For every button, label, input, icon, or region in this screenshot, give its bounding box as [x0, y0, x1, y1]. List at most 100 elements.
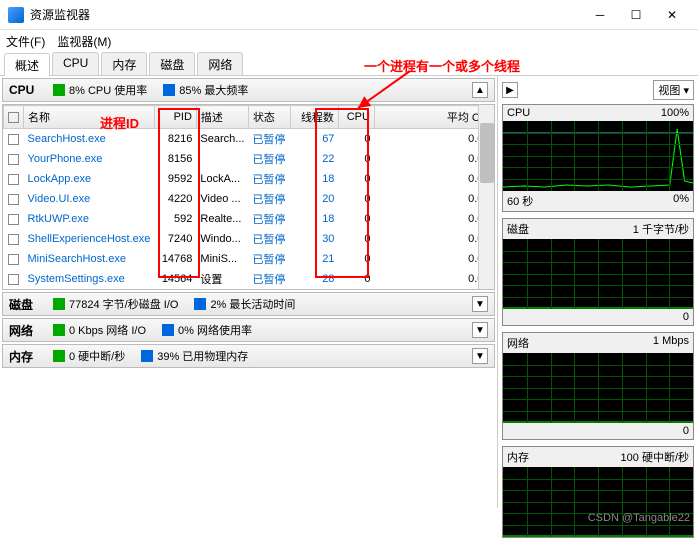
disk-activity-chip [194, 298, 206, 310]
proc-cpu: 0 [338, 189, 374, 209]
tab-cpu[interactable]: CPU [52, 52, 99, 75]
col-threads[interactable]: 线程数 [290, 106, 338, 129]
net-usage-text: 0% 网络使用率 [178, 322, 252, 338]
table-row[interactable]: MiniSearchHost.exe14768MiniS...已暂停2100.0… [4, 249, 494, 269]
proc-threads: 20 [290, 189, 338, 209]
minichart-磁盘: 磁盘1 千字节/秒0 [502, 218, 694, 326]
cpu-collapse-button[interactable]: ▲ [472, 82, 488, 98]
proc-cpu: 0 [338, 249, 374, 269]
proc-status: 已暂停 [248, 169, 290, 189]
proc-desc: Realte... [196, 209, 248, 229]
row-checkbox[interactable] [4, 249, 24, 269]
row-checkbox[interactable] [4, 209, 24, 229]
row-checkbox[interactable] [4, 129, 24, 150]
proc-desc: MiniS... [196, 249, 248, 269]
minichart-网络: 网络 1 Mbps 0 [502, 332, 694, 440]
col-name[interactable]: 名称 [24, 106, 155, 129]
close-button[interactable]: ✕ [654, 1, 690, 29]
proc-desc: Search... [196, 129, 248, 150]
left-pane: CPU 8% CPU 使用率 85% 最大频率 ▲ 名称 PID 描述 状态 线… [0, 76, 498, 508]
disk-section-header[interactable]: 磁盘 77824 字节/秒磁盘 I/O 2% 最长活动时间 ▼ [2, 292, 495, 316]
proc-threads: 18 [290, 209, 338, 229]
tab-disk[interactable]: 磁盘 [149, 52, 195, 75]
table-row[interactable]: RtkUWP.exe592Realte...已暂停1800.00 [4, 209, 494, 229]
row-checkbox[interactable] [4, 229, 24, 249]
cpu-freq-chip [163, 84, 175, 96]
chart-foot-right: 0% [673, 193, 689, 209]
chart-foot-right: 0 [683, 311, 689, 323]
table-row[interactable]: SystemSettings.exe14564设置已暂停2800.00 [4, 269, 494, 289]
col-desc[interactable]: 描述 [196, 106, 248, 129]
row-checkbox[interactable] [4, 189, 24, 209]
titlebar: 资源监视器 ─ ☐ ✕ [0, 0, 698, 30]
proc-pid: 7240 [154, 229, 196, 249]
chart-max: 1 Mbps [653, 335, 689, 351]
row-checkbox[interactable] [4, 169, 24, 189]
minimize-button[interactable]: ─ [582, 1, 618, 29]
col-pid[interactable]: PID [154, 106, 196, 129]
tab-overview[interactable]: 概述 [4, 53, 50, 76]
col-checkbox[interactable] [4, 106, 24, 129]
proc-desc: Windo... [196, 229, 248, 249]
cpu-section-label: CPU [9, 83, 49, 97]
tab-network[interactable]: 网络 [197, 52, 243, 75]
annotation-arrow [350, 66, 420, 116]
proc-avg: 0.00 [374, 129, 493, 150]
app-icon [8, 7, 24, 23]
proc-name: Video.UI.exe [24, 189, 155, 209]
chart-title: 网络 [507, 335, 529, 351]
menu-file[interactable]: 文件(F) [6, 33, 45, 50]
net-expand-button[interactable]: ▼ [472, 322, 488, 338]
network-section-header[interactable]: 网络 0 Kbps 网络 I/O 0% 网络使用率 ▼ [2, 318, 495, 342]
row-checkbox[interactable] [4, 269, 24, 289]
maximize-button[interactable]: ☐ [618, 1, 654, 29]
proc-pid: 14768 [154, 249, 196, 269]
cpu-freq-text: 85% 最大频率 [179, 82, 248, 98]
rightpane-collapse-button[interactable]: ▶ [502, 82, 518, 98]
table-row[interactable]: YourPhone.exe8156已暂停2200.00 [4, 149, 494, 169]
table-row[interactable]: Video.UI.exe4220Video ...已暂停2000.00 [4, 189, 494, 209]
col-status[interactable]: 状态 [248, 106, 290, 129]
proc-status: 已暂停 [248, 129, 290, 150]
table-row[interactable]: ShellExperienceHost.exe7240Windo...已暂停30… [4, 229, 494, 249]
net-label: 网络 [9, 322, 49, 339]
chart-body [503, 353, 693, 423]
mem-used-text: 39% 已用物理内存 [157, 348, 248, 364]
proc-threads: 22 [290, 149, 338, 169]
proc-status: 已暂停 [248, 209, 290, 229]
mem-faults-chip [53, 350, 65, 362]
tab-memory[interactable]: 内存 [101, 52, 147, 75]
view-selector[interactable]: 视图 ▾ [653, 80, 694, 100]
table-row[interactable]: SearchHost.exe8216Search...已暂停6700.00 [4, 129, 494, 150]
proc-name: ShellExperienceHost.exe [24, 229, 155, 249]
table-row[interactable]: LockApp.exe9592LockA...已暂停1800.00 [4, 169, 494, 189]
mem-expand-button[interactable]: ▼ [472, 348, 488, 364]
chart-max: 100 硬中断/秒 [621, 449, 689, 465]
proc-name: SystemSettings.exe [24, 269, 155, 289]
proc-cpu: 0 [338, 269, 374, 289]
chart-foot-right: 0 [683, 425, 689, 437]
proc-name: MiniSearchHost.exe [24, 249, 155, 269]
disk-expand-button[interactable]: ▼ [472, 296, 488, 312]
cpu-usage-chip [53, 84, 65, 96]
chart-max: 100% [661, 107, 689, 119]
proc-cpu: 0 [338, 129, 374, 150]
proc-pid: 592 [154, 209, 196, 229]
chart-max: 1 千字节/秒 [633, 221, 689, 237]
proc-desc: Video ... [196, 189, 248, 209]
proc-cpu: 0 [338, 169, 374, 189]
menu-monitor[interactable]: 监视器(M) [57, 33, 111, 50]
proc-threads: 21 [290, 249, 338, 269]
memory-section-header[interactable]: 内存 0 硬中断/秒 39% 已用物理内存 ▼ [2, 344, 495, 368]
proc-cpu: 0 [338, 229, 374, 249]
window-title: 资源监视器 [30, 6, 582, 23]
proc-avg: 0.00 [374, 229, 493, 249]
cpu-section-header[interactable]: CPU 8% CPU 使用率 85% 最大频率 ▲ [2, 78, 495, 102]
table-scrollbar[interactable] [478, 105, 494, 289]
table-header-row: 名称 PID 描述 状态 线程数 CPU 平均 C... [4, 106, 494, 129]
proc-pid: 8216 [154, 129, 196, 150]
proc-avg: 0.00 [374, 149, 493, 169]
row-checkbox[interactable] [4, 149, 24, 169]
cpu-usage-text: 8% CPU 使用率 [69, 82, 147, 98]
proc-status: 已暂停 [248, 269, 290, 289]
